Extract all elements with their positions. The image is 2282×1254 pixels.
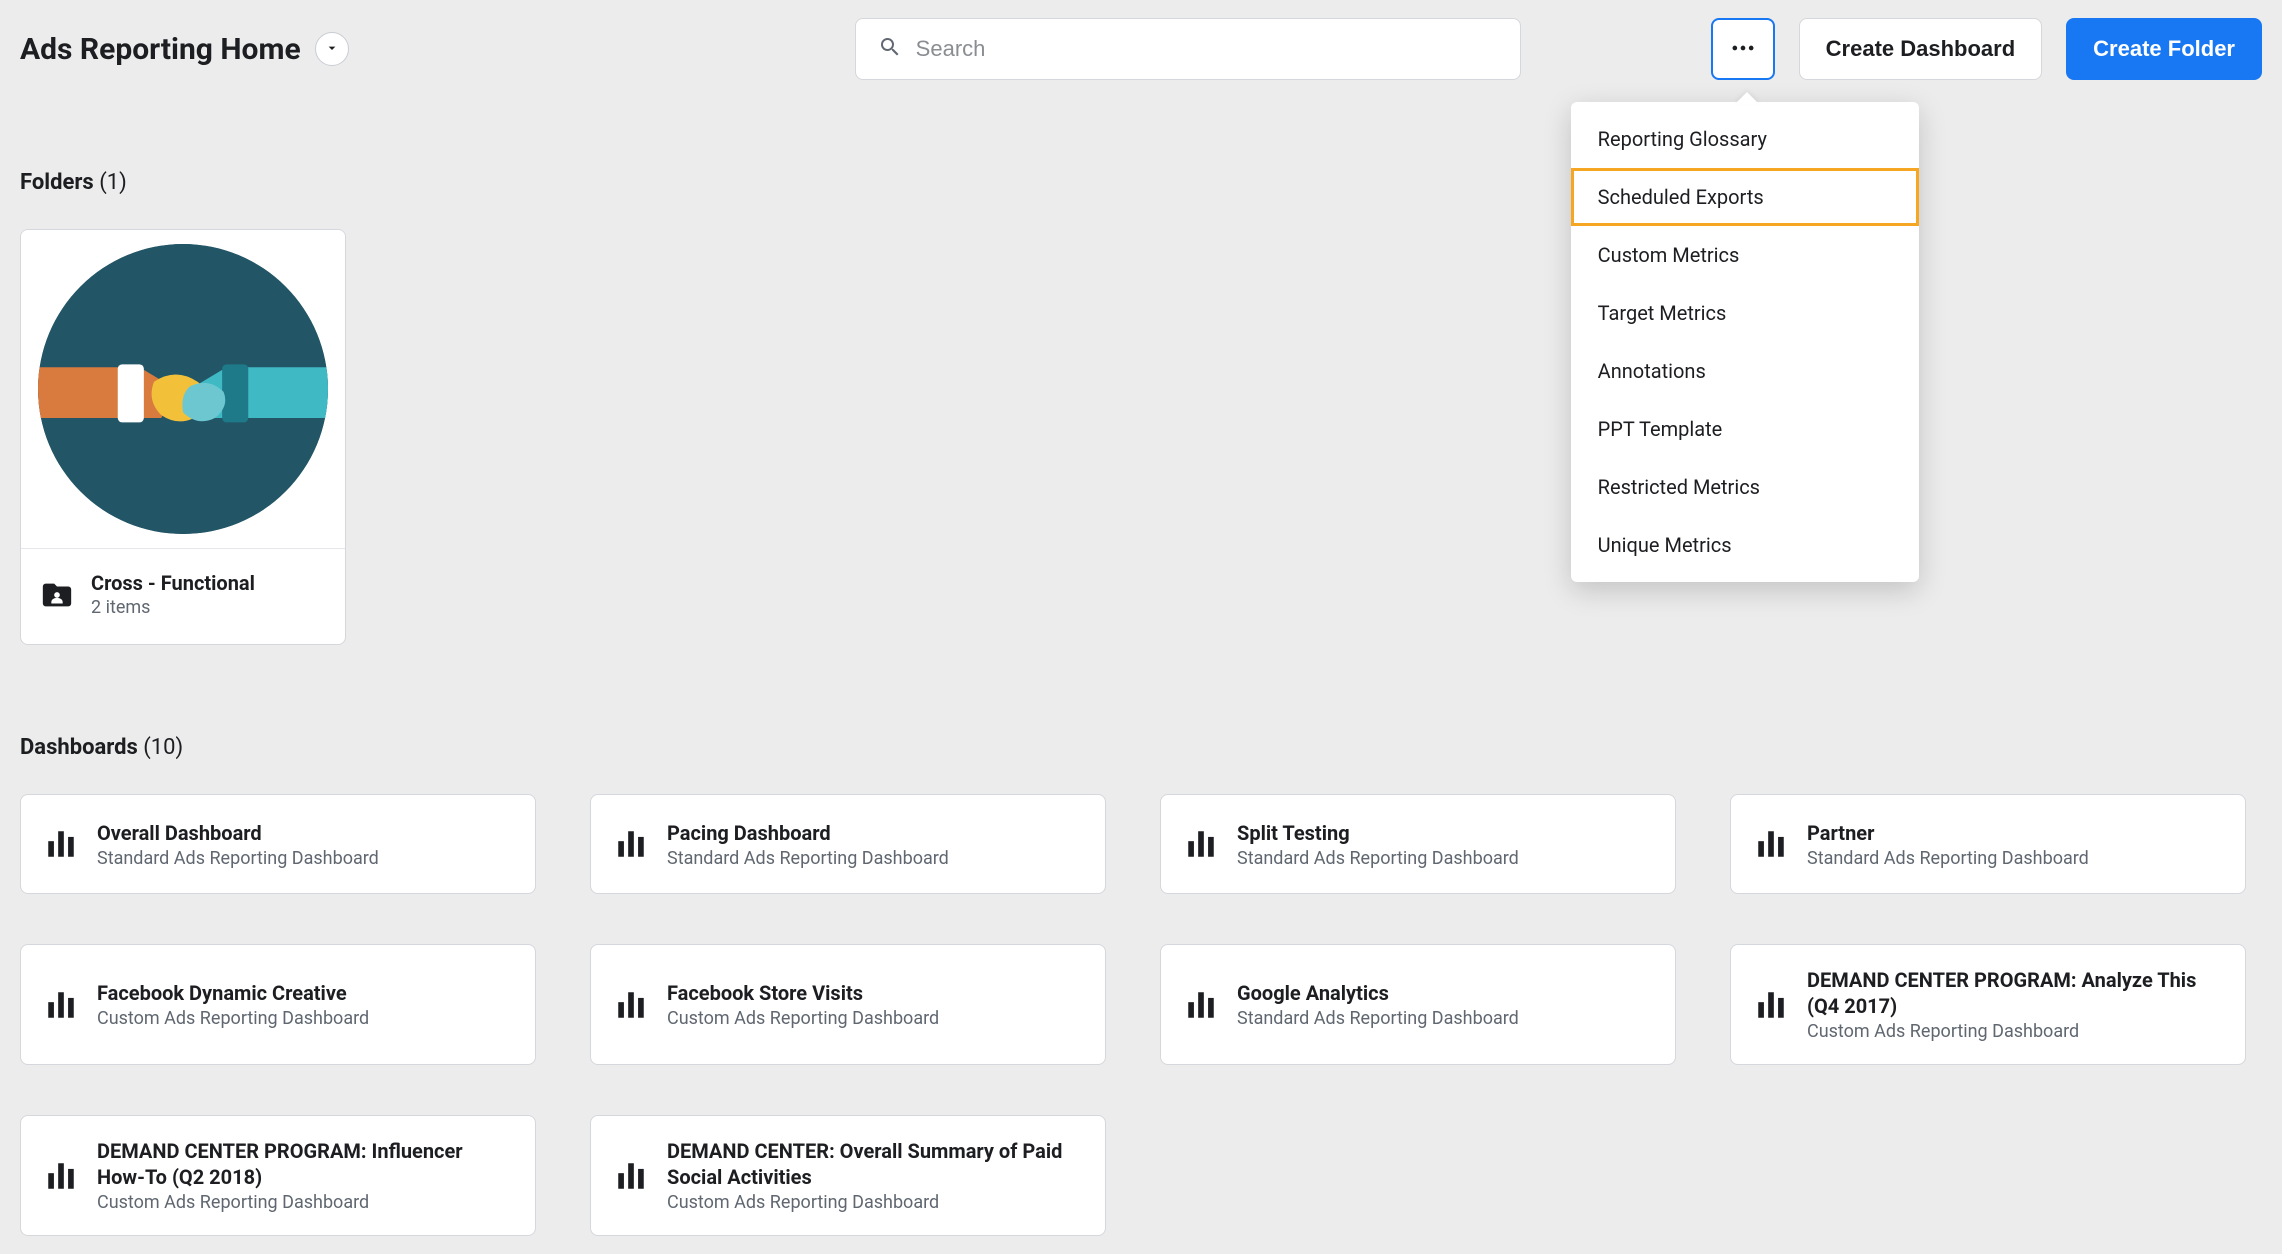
folders-heading: Folders (1) [20,170,2262,195]
dashboards-heading: Dashboards (10) [20,735,2262,760]
page-title: Ads Reporting Home [20,32,301,67]
dashboard-subtitle: Custom Ads Reporting Dashboard [1807,1021,2223,1042]
dashboard-subtitle: Standard Ads Reporting Dashboard [1237,1008,1653,1029]
menu-item-custom-metrics[interactable]: Custom Metrics [1571,226,1919,284]
more-actions-menu: Reporting Glossary Scheduled Exports Cus… [1571,102,1919,582]
dashboard-title: Partner [1807,820,2223,846]
dashboard-title: Overall Dashboard [97,820,513,846]
dashboard-title: Facebook Dynamic Creative [97,980,513,1006]
dashboard-card[interactable]: Google AnalyticsStandard Ads Reporting D… [1160,944,1676,1065]
top-bar: Ads Reporting Home Repor [20,18,2262,80]
dashboard-card[interactable]: PartnerStandard Ads Reporting Dashboard [1730,794,2246,894]
dashboard-subtitle: Standard Ads Reporting Dashboard [1807,848,2223,869]
dashboard-card[interactable]: DEMAND CENTER PROGRAM: Analyze This (Q4 … [1730,944,2246,1065]
folders-count: (1) [99,170,127,195]
dashboard-icon [613,826,649,862]
dashboard-subtitle: Custom Ads Reporting Dashboard [97,1192,513,1213]
dashboards-count: (10) [143,735,183,760]
dashboard-title: DEMAND CENTER PROGRAM: Analyze This (Q4 … [1807,967,2223,1019]
dashboard-icon [1753,987,1789,1023]
dashboard-title: Split Testing [1237,820,1653,846]
dashboard-subtitle: Standard Ads Reporting Dashboard [667,848,1083,869]
dashboard-title: DEMAND CENTER: Overall Summary of Paid S… [667,1138,1083,1190]
menu-item-reporting-glossary[interactable]: Reporting Glossary [1571,110,1919,168]
menu-item-scheduled-exports[interactable]: Scheduled Exports [1571,168,1919,226]
folder-name: Cross - Functional [91,571,255,595]
search-input[interactable] [916,36,1498,62]
menu-item-unique-metrics[interactable]: Unique Metrics [1571,516,1919,574]
search-icon [878,35,902,63]
handshake-icon [38,244,328,534]
dashboard-icon [43,826,79,862]
dashboard-title: DEMAND CENTER PROGRAM: Influencer How-To… [97,1138,513,1190]
dashboard-subtitle: Custom Ads Reporting Dashboard [97,1008,513,1029]
dashboard-card[interactable]: Pacing DashboardStandard Ads Reporting D… [590,794,1106,894]
dashboard-card[interactable]: Facebook Store VisitsCustom Ads Reportin… [590,944,1106,1065]
dashboard-icon [1183,826,1219,862]
dashboard-icon [1183,987,1219,1023]
folder-thumbnail [21,230,345,549]
dashboards-heading-label: Dashboards [20,735,138,760]
dashboard-subtitle: Standard Ads Reporting Dashboard [97,848,513,869]
dashboard-subtitle: Standard Ads Reporting Dashboard [1237,848,1653,869]
menu-item-annotations[interactable]: Annotations [1571,342,1919,400]
shared-folder-icon [39,577,75,613]
create-folder-button[interactable]: Create Folder [2066,18,2262,80]
dashboard-subtitle: Custom Ads Reporting Dashboard [667,1192,1083,1213]
dashboard-card[interactable]: Split TestingStandard Ads Reporting Dash… [1160,794,1676,894]
chevron-down-icon [324,40,340,59]
menu-item-restricted-metrics[interactable]: Restricted Metrics [1571,458,1919,516]
ellipsis-icon [1729,34,1757,65]
create-dashboard-button[interactable]: Create Dashboard [1799,18,2043,80]
dashboard-subtitle: Custom Ads Reporting Dashboard [667,1008,1083,1029]
folders-heading-label: Folders [20,170,94,195]
dashboard-card[interactable]: Overall DashboardStandard Ads Reporting … [20,794,536,894]
folder-item-count: 2 items [91,597,255,618]
title-dropdown-button[interactable] [315,32,349,66]
dashboard-icon [613,987,649,1023]
dashboard-title: Facebook Store Visits [667,980,1083,1006]
dashboard-card[interactable]: Facebook Dynamic CreativeCustom Ads Repo… [20,944,536,1065]
search-field[interactable] [855,18,1521,80]
more-actions-button[interactable] [1711,18,1775,80]
dashboard-title: Google Analytics [1237,980,1653,1006]
dashboard-icon [1753,826,1789,862]
dashboard-title: Pacing Dashboard [667,820,1083,846]
dashboard-icon [43,987,79,1023]
menu-item-ppt-template[interactable]: PPT Template [1571,400,1919,458]
menu-item-target-metrics[interactable]: Target Metrics [1571,284,1919,342]
folder-card-cross-functional[interactable]: Cross - Functional 2 items [20,229,346,645]
